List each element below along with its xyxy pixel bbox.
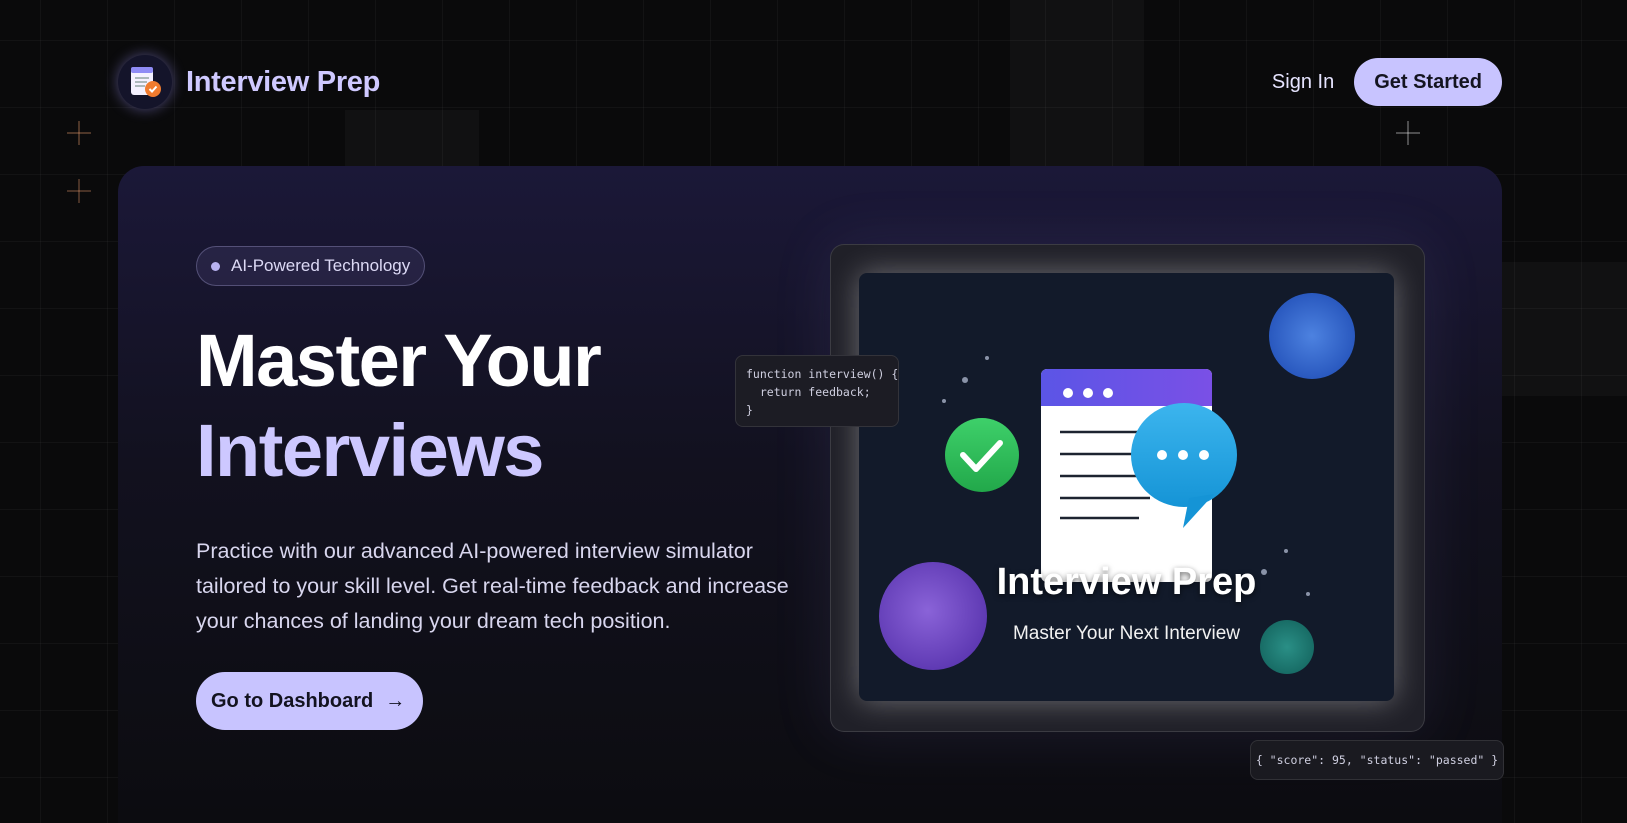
hero-title-line2: Interviews bbox=[196, 409, 544, 492]
decor-blue-orb bbox=[1269, 293, 1355, 379]
sparkle-icon bbox=[67, 179, 91, 203]
nav-actions: Sign In Get Started bbox=[1272, 58, 1502, 106]
hero-card: AI-Powered Technology Master Your Interv… bbox=[118, 166, 1504, 823]
showcase-frame: Interview Prep Master Your Next Intervie… bbox=[830, 244, 1425, 732]
hero-description: Practice with our advanced AI-powered in… bbox=[196, 539, 789, 633]
badge-label: AI-Powered Technology bbox=[231, 256, 411, 275]
sparkle-icon bbox=[67, 121, 91, 145]
json-result-card: { "score": 95, "status": "passed" } bbox=[1250, 740, 1504, 780]
sign-in-link[interactable]: Sign In bbox=[1272, 71, 1334, 94]
badge-dot-icon bbox=[211, 261, 220, 271]
check-icon bbox=[945, 418, 1019, 492]
get-started-button[interactable]: Get Started bbox=[1354, 58, 1502, 106]
dashboard-button-label: Go to Dashboard bbox=[211, 689, 374, 712]
hero-title: Master Your Interviews bbox=[196, 316, 602, 496]
top-nav: Interview Prep Sign In Get Started bbox=[118, 54, 1502, 110]
go-to-dashboard-button[interactable]: Go to Dashboard → bbox=[196, 672, 424, 730]
logo-document-check-icon bbox=[118, 55, 172, 109]
screen-title: Interview Prep bbox=[996, 561, 1257, 603]
screen-subtitle: Master Your Next Interview bbox=[1012, 623, 1241, 644]
showcase-screen: Interview Prep Master Your Next Intervie… bbox=[859, 273, 1394, 701]
brand-logo-link[interactable]: Interview Prep bbox=[118, 54, 380, 110]
background-block bbox=[345, 110, 479, 166]
hero-title-line1: Master Your bbox=[196, 319, 602, 402]
background-block bbox=[1480, 262, 1627, 396]
brand-name: Interview Prep bbox=[186, 65, 381, 98]
code-snippet-card: function interview() { return feedback; … bbox=[735, 355, 899, 427]
sparkle-icon bbox=[1396, 121, 1420, 145]
ai-powered-badge: AI-Powered Technology bbox=[196, 246, 426, 286]
arrow-right-icon: → bbox=[385, 689, 406, 712]
